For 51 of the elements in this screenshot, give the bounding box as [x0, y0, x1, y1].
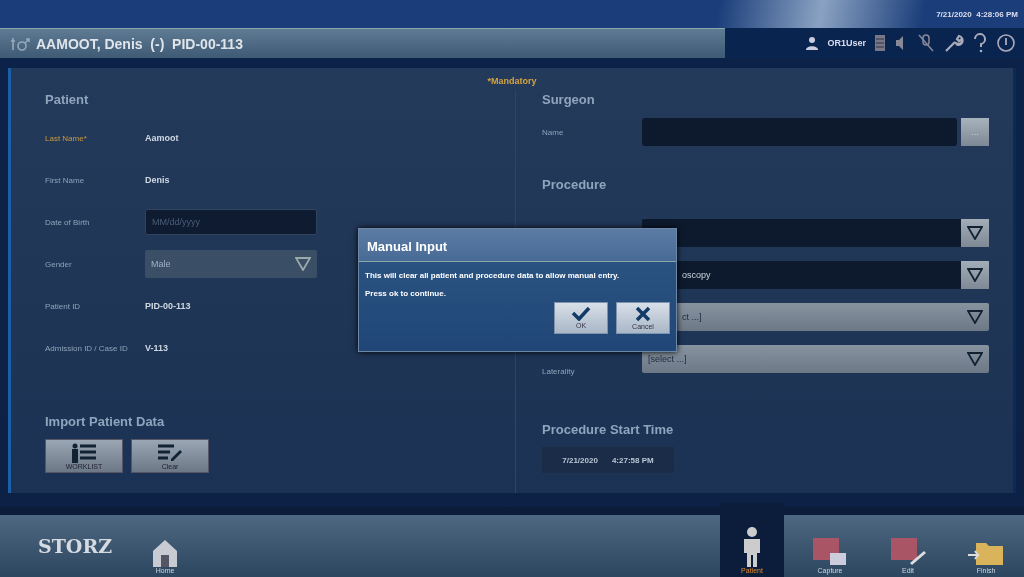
field-label: First Name: [45, 175, 86, 185]
mandatory-note: *Mandatory: [486, 75, 538, 88]
field-label: Name: [542, 127, 565, 137]
dialog-message: This will clear all patient and procedure data to allow manual entry.: [365, 271, 621, 280]
checkmark-icon: [571, 307, 591, 321]
brand-logo: STORZ: [38, 535, 113, 557]
date-of-birth-field[interactable]: MM/dd/yyyy: [145, 209, 317, 235]
camera-image-icon: [812, 537, 848, 567]
surgeon-name-field[interactable]: [642, 118, 957, 146]
procedure-dropdown[interactable]: [select ...]: [642, 345, 989, 373]
procedure-dropdown[interactable]: [642, 219, 989, 247]
field-label: Laterality: [542, 367, 575, 376]
patient-title: AAMOOT, Denis (-) PID-00-113: [36, 35, 243, 52]
list-edit-icon: [157, 442, 183, 463]
field-value: Aamoot: [145, 133, 179, 143]
section-heading: Procedure: [542, 177, 608, 192]
field-label: Gender: [45, 259, 73, 269]
field-value: PID-00-113: [145, 301, 191, 311]
date-time: 7/21/2020 4:28:06 PM: [936, 9, 1018, 19]
muted-microphone-icon[interactable]: [917, 33, 935, 53]
field-label: Date of Birth: [45, 217, 91, 227]
person-icon: [742, 527, 762, 567]
field-label: Patient ID: [45, 301, 82, 311]
wrench-icon[interactable]: [944, 33, 964, 53]
section-heading: Surgeon: [542, 92, 596, 107]
dropdown-arrow-icon: [967, 352, 983, 366]
field-label: Admission ID / Case ID: [45, 343, 129, 353]
house-icon: [152, 539, 179, 567]
dialog-title: Manual Input: [359, 229, 676, 262]
field-label: Last Name*: [45, 133, 88, 143]
field-value: V-113: [145, 343, 169, 353]
help-icon[interactable]: [973, 33, 987, 53]
power-icon[interactable]: [996, 33, 1016, 53]
dialog-message: Press ok to continue.: [365, 289, 447, 298]
dropdown-arrow-icon: [967, 268, 983, 282]
section-heading: Import Patient Data: [45, 414, 166, 429]
user-name: OR1User: [827, 38, 866, 48]
person-list-icon: [71, 442, 97, 463]
dropdown-arrow-icon: [967, 310, 983, 324]
gender-symbol-icon: [10, 35, 30, 52]
procedure-dropdown[interactable]: oscopy: [676, 261, 989, 289]
start-time-display: 7/21/2020 4:27:58 PM: [542, 447, 674, 473]
close-icon: [635, 306, 651, 322]
dropdown-arrow-icon: [295, 257, 311, 271]
section-heading: Patient: [45, 92, 90, 107]
image-edit-icon: [890, 537, 926, 567]
dropdown-arrow-icon: [967, 226, 983, 240]
user-icon: [806, 36, 819, 50]
section-heading: Procedure Start Time: [542, 422, 675, 437]
field-value: Denis: [145, 175, 170, 185]
procedure-dropdown[interactable]: ct ...]: [676, 303, 989, 331]
